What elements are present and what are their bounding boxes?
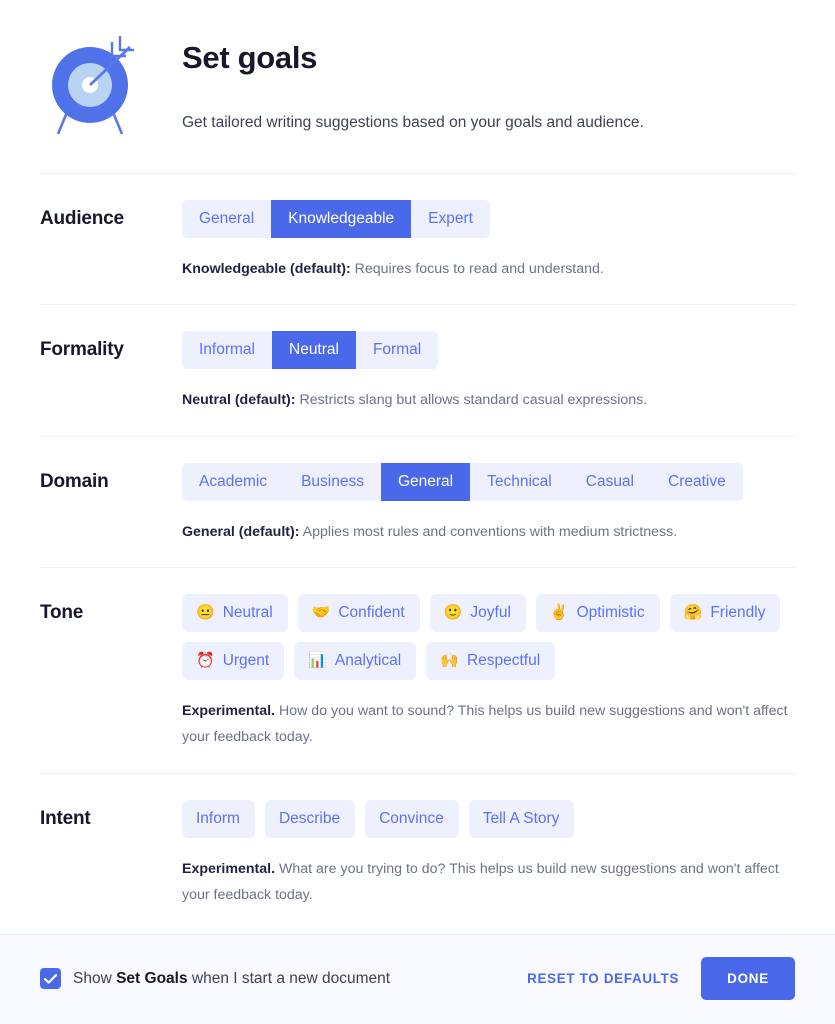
neutral-face-emoji: 😐	[196, 603, 215, 621]
helper-strong: Neutral (default):	[182, 392, 296, 409]
section-label: Domain	[40, 470, 109, 492]
segmented-control-audience: General Knowledgeable Expert	[182, 200, 490, 239]
helper-strong: General (default):	[182, 523, 300, 540]
section-label: Formality	[40, 339, 124, 361]
chip-convince[interactable]: Convince	[365, 799, 459, 838]
hugging-face-emoji: 🤗	[683, 603, 703, 621]
section-body: 😐 Neutral 🤝 Confident 🙂 Joyful ✌️ Optimistic 🤗 Fr…	[182, 593, 795, 751]
segment-option-general[interactable]: General	[182, 200, 271, 238]
section-helper-text: General (default): Applies most rules an…	[182, 519, 794, 545]
page-subtitle: Get tailored writing suggestions based o…	[182, 113, 644, 131]
reset-to-defaults-button[interactable]: RESET TO DEFAULTS	[527, 971, 679, 986]
section-body: Inform Describe Convince Tell A Story Experi…	[182, 799, 795, 909]
helper-body: Applies most rules and conventions with …	[299, 523, 678, 540]
chip-describe[interactable]: Describe	[264, 799, 356, 838]
raising-hands-emoji: 🙌	[440, 652, 459, 669]
chip-joyful[interactable]: 🙂 Joyful	[429, 593, 526, 632]
section-formality: Formality Informal Neutral Formal Neutral (d…	[40, 304, 795, 435]
segment-option-creative[interactable]: Creative	[651, 463, 743, 501]
chip-label: Analytical	[334, 651, 402, 669]
section-label: Audience	[40, 208, 124, 229]
section-helper-text: Knowledgeable (default): Requires focus …	[182, 256, 794, 282]
checkbox-suffix: when I start a new document	[187, 969, 391, 987]
bar-chart-emoji: 📊	[308, 652, 327, 669]
chip-neutral[interactable]: 😐 Neutral	[182, 593, 288, 632]
section-body: Informal Neutral Formal Neutral (default): …	[182, 331, 795, 413]
victory-hand-emoji: ✌️	[549, 603, 569, 621]
set-goals-dialog: Set goals Get tailored writing suggestio…	[0, 0, 835, 1024]
dialog-footer: Show Set Goals when I start a new docume…	[0, 934, 835, 1024]
chip-row-tone: 😐 Neutral 🤝 Confident 🙂 Joyful ✌️ Optimistic 🤗 Fr…	[182, 593, 795, 681]
chip-analytical[interactable]: 📊 Analytical	[294, 641, 417, 681]
helper-strong: Experimental.	[182, 703, 276, 720]
dialog-header: Set goals Get tailored writing suggestio…	[0, 0, 835, 145]
chip-optimistic[interactable]: ✌️ Optimistic	[535, 593, 660, 632]
section-domain: Domain Academic Business General Technical Ca…	[40, 435, 795, 567]
section-helper-text: Neutral (default): Restricts slang but a…	[182, 387, 794, 413]
chip-label: Friendly	[710, 603, 766, 621]
helper-strong: Knowledgeable (default):	[182, 261, 351, 278]
footer-actions: RESET TO DEFAULTS DONE	[527, 957, 795, 1000]
alarm-clock-emoji: ⏰	[196, 652, 215, 669]
chip-label: Respectful	[466, 651, 541, 669]
chip-label: Urgent	[222, 651, 270, 669]
handshake-emoji: 🤝	[311, 603, 331, 621]
chip-inform[interactable]: Inform	[182, 799, 255, 838]
check-icon	[44, 973, 57, 984]
segment-option-informal[interactable]: Informal	[182, 331, 272, 369]
chip-label: Convince	[379, 809, 444, 827]
segment-option-academic[interactable]: Academic	[182, 463, 284, 501]
chip-label: Confident	[338, 603, 405, 621]
section-label: Tone	[40, 601, 84, 623]
section-body: General Knowledgeable Expert Knowledgeable …	[182, 200, 795, 282]
settings-sections: Audience General Knowledgeable Expert Knowle…	[0, 173, 835, 934]
helper-body: Requires focus to read and understand.	[350, 261, 604, 278]
segment-option-expert[interactable]: Expert	[411, 200, 490, 238]
chip-label: Joyful	[470, 603, 511, 621]
checkbox-prefix: Show	[73, 969, 117, 987]
helper-strong: Experimental.	[182, 860, 276, 877]
section-helper-text: Experimental. What are you trying to do?…	[182, 856, 794, 909]
slightly-smiling-face-emoji: 🙂	[443, 603, 463, 621]
chip-row-intent: Inform Describe Convince Tell A Story	[182, 799, 795, 838]
chip-urgent[interactable]: ⏰ Urgent	[182, 641, 285, 681]
chip-label: Neutral	[222, 603, 273, 621]
segment-option-business[interactable]: Business	[284, 463, 381, 501]
checkbox-strong: Set Goals	[116, 969, 188, 987]
show-set-goals-checkbox[interactable]	[40, 968, 61, 989]
section-audience: Audience General Knowledgeable Expert Knowle…	[40, 173, 795, 304]
segment-option-neutral[interactable]: Neutral	[272, 331, 356, 370]
chip-label: Inform	[196, 809, 240, 827]
section-label: Intent	[40, 807, 91, 829]
chip-label: Optimistic	[576, 603, 645, 621]
segment-option-knowledgeable[interactable]: Knowledgeable	[271, 200, 412, 239]
section-tone: Tone 😐 Neutral 🤝 Confident 🙂 Joyful ✌️ Optimisti…	[40, 566, 795, 773]
show-set-goals-row[interactable]: Show Set Goals when I start a new docume…	[40, 968, 390, 989]
section-intent: Intent Inform Describe Convince Tell A Story…	[40, 772, 795, 931]
segmented-control-formality: Informal Neutral Formal	[182, 331, 439, 370]
segment-option-technical[interactable]: Technical	[470, 463, 569, 501]
segment-option-casual[interactable]: Casual	[569, 463, 651, 501]
section-body: Academic Business General Technical Casual Cr…	[182, 462, 795, 545]
chip-label: Tell A Story	[482, 809, 560, 827]
chip-friendly[interactable]: 🤗 Friendly	[669, 593, 781, 632]
chip-label: Describe	[278, 809, 341, 827]
show-set-goals-label: Show Set Goals when I start a new docume…	[73, 970, 390, 988]
done-button[interactable]: DONE	[701, 957, 795, 1000]
target-goal-icon	[40, 26, 150, 145]
segment-option-formal[interactable]: Formal	[356, 331, 438, 369]
segmented-control-domain: Academic Business General Technical Casual Cr…	[182, 462, 743, 501]
chip-respectful[interactable]: 🙌 Respectful	[426, 641, 556, 681]
section-helper-text: Experimental. How do you want to sound? …	[182, 698, 794, 751]
helper-body: Restricts slang but allows standard casu…	[295, 392, 648, 409]
chip-tell-a-story[interactable]: Tell A Story	[468, 799, 575, 838]
chip-confident[interactable]: 🤝 Confident	[297, 593, 420, 632]
page-title: Set goals	[182, 40, 318, 75]
segment-option-general[interactable]: General	[380, 462, 471, 501]
